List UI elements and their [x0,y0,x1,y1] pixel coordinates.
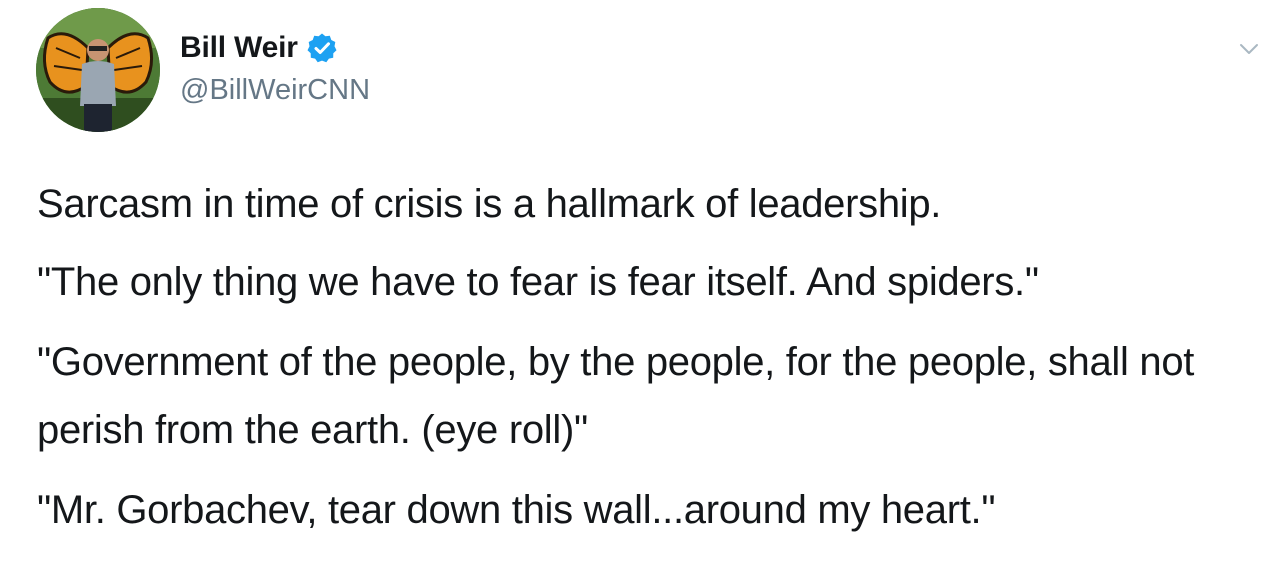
tweet-paragraph: Sarcasm in time of crisis is a hallmark … [37,182,942,226]
chevron-down-icon[interactable] [1236,36,1262,62]
avatar[interactable] [36,8,160,132]
tweet-text: Sarcasm in time of crisis is a hallmark … [37,172,1247,556]
avatar-image [36,8,160,132]
tweet-paragraph: "The only thing we have to fear is fear … [37,260,1039,304]
tweet-paragraph-line: "Government of the people, by the people… [37,340,1205,452]
tweet-card: Bill Weir @BillWeirCNN Sarcasm in time o… [0,0,1263,587]
author-name-row[interactable]: Bill Weir [180,28,338,68]
author-display-name[interactable]: Bill Weir [180,31,298,65]
author-handle[interactable]: @BillWeirCNN [180,74,370,107]
tweet-paragraph: "Government of the people, by the people… [37,328,1247,464]
verified-badge-icon [306,32,338,64]
tweet-paragraph: "Mr. Gorbachev, tear down this wall...ar… [37,488,996,532]
